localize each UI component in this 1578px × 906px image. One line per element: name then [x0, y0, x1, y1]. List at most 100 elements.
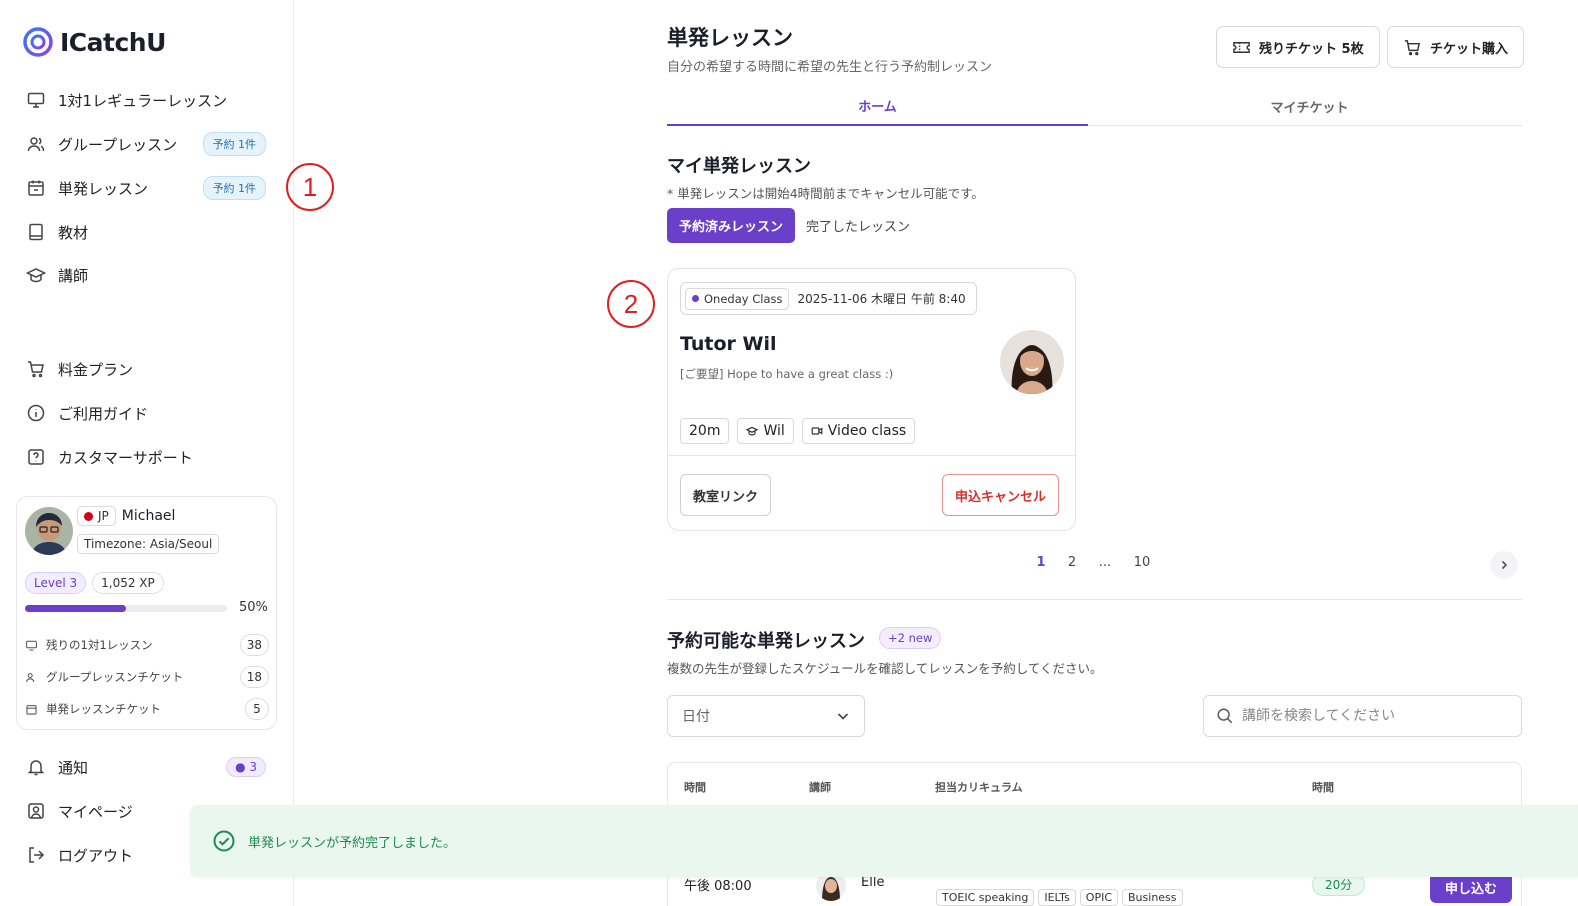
xp-progress-fill [25, 605, 126, 612]
sidebar-item-guide[interactable]: ご利用ガイド [26, 398, 266, 428]
sidebar-item-notifications[interactable]: 通知 ● 3 [26, 752, 266, 782]
lesson-meta: Oneday Class 2025-11-06 木曜日 午前 8:40 [680, 282, 977, 315]
class-type-chip: Oneday Class [685, 287, 790, 310]
next-page-button[interactable] [1490, 551, 1518, 579]
duration-tag: 20m [680, 418, 730, 444]
avatar [25, 507, 73, 555]
tab-home[interactable]: ホーム [667, 86, 1088, 126]
dot-icon [692, 295, 699, 302]
stat-count: 18 [239, 666, 269, 688]
sidebar-item-materials[interactable]: 教材 [26, 217, 266, 247]
lesson-datetime: 2025-11-06 木曜日 午前 8:40 [797, 292, 966, 306]
annotation-marker-2: 2 [607, 280, 655, 328]
col-header-tutor: 講師 [809, 781, 831, 794]
curriculum-tag: IELTs [1038, 889, 1076, 906]
page-ellipsis: ... [1098, 555, 1112, 570]
card-divider [668, 455, 1075, 456]
xp-badge: 1,052 XP [92, 572, 164, 594]
cart-icon [28, 361, 44, 378]
tab-my-tickets[interactable]: マイチケット [1099, 86, 1520, 126]
lesson-tags: 20m Wil Video class [680, 418, 916, 444]
format-tag: Video class [801, 418, 916, 444]
calendar-icon [26, 704, 37, 715]
col-header-curriculum: 担当カリキュラム [935, 781, 1023, 794]
row-tutor-name: Elle [861, 875, 885, 890]
calendar-icon [28, 180, 44, 196]
sidebar-item-label: ご利用ガイド [58, 404, 149, 423]
user-icon [28, 803, 44, 819]
classroom-link-button[interactable]: 教室リンク [680, 474, 772, 516]
chevron-down-icon [837, 713, 849, 720]
xp-progress-bar [25, 605, 227, 612]
users-icon [26, 672, 35, 682]
book-icon [29, 223, 43, 241]
check-circle-icon [213, 830, 235, 852]
help-icon [28, 449, 44, 465]
row-time: 午後 08:00 [684, 879, 752, 894]
row-curriculum-tags: TOEIC speaking IELTs OPIC Business [936, 889, 1183, 906]
tutor-avatar [1000, 330, 1064, 394]
curriculum-tag: TOEIC speaking [936, 889, 1035, 906]
date-select[interactable]: 日付 [667, 695, 865, 737]
sidebar-item-tutors[interactable]: 講師 [26, 260, 266, 290]
tutor-name: Tutor Wil [680, 333, 777, 355]
reservation-badge: 予約 1件 [202, 132, 266, 156]
app-name: ICatchU [60, 27, 166, 57]
logo-icon [23, 27, 53, 57]
bell-icon [27, 760, 45, 776]
remaining-tickets-button[interactable]: 残りチケット 5枚 [1216, 26, 1380, 68]
monitor-icon [26, 640, 37, 651]
timezone-chip: Timezone: Asia/Seoul [77, 534, 220, 554]
sidebar-item-label: 講師 [58, 266, 89, 285]
my-lessons-title: マイ単発レッスン [667, 156, 811, 177]
col-header-time: 時間 [684, 781, 706, 794]
users-icon [27, 137, 45, 152]
success-toast: 単発レッスンが予約完了しました。 [190, 805, 1578, 877]
stat-group-tickets: グループレッスンチケット 18 [25, 665, 269, 689]
sidebar-item-label: 料金プラン [58, 360, 134, 379]
filter-reserved-button[interactable]: 予約済みレッスン [667, 208, 796, 243]
sidebar-item-label: グループレッスン [58, 135, 178, 154]
level-badge: Level 3 [25, 572, 87, 594]
stat-single-tickets: 単発レッスンチケット 5 [25, 697, 269, 721]
xp-progress-label: 50% [239, 600, 268, 615]
sidebar-item-label: 単発レッスン [58, 179, 149, 198]
app-logo[interactable]: ICatchU [22, 26, 166, 58]
lesson-card: Oneday Class 2025-11-06 木曜日 午前 8:40 Tuto… [667, 268, 1076, 531]
page-2[interactable]: 2 [1062, 555, 1082, 570]
curriculum-tag: Business [1122, 889, 1183, 906]
search-input[interactable] [1242, 708, 1502, 724]
available-lessons-title: 予約可能な単発レッスン [667, 631, 865, 652]
sidebar-item-single-lesson[interactable]: 単発レッスン 予約 1件 [26, 173, 266, 203]
graduation-cap-icon [746, 426, 759, 436]
cancel-policy-note: * 単発レッスンは開始4時間前までキャンセル可能です。 [667, 186, 984, 201]
curriculum-tag: OPIC [1079, 889, 1119, 906]
tab-bar: ホーム マイチケット [667, 86, 1522, 126]
profile-name: Michael [121, 508, 176, 524]
sidebar-item-group-lesson[interactable]: グループレッスン 予約 1件 [26, 129, 266, 159]
lesson-request: [ご要望] Hope to have a great class :) [680, 367, 894, 381]
filter-completed-button[interactable]: 完了したレッスン [806, 208, 910, 243]
tutor-search[interactable] [1203, 695, 1522, 737]
sidebar-item-label: カスタマーサポート [58, 448, 193, 467]
reservation-badge: 予約 1件 [202, 176, 266, 200]
cart-icon [1404, 39, 1421, 55]
sidebar-item-regular-lesson[interactable]: 1対1レギュラーレッスン [26, 85, 266, 115]
profile-card[interactable]: JP Michael Timezone: Asia/Seoul Level 3 … [16, 496, 277, 730]
page-subtitle: 自分の希望する時間に希望の先生と行う予約制レッスン [667, 60, 993, 75]
section-divider [667, 599, 1522, 600]
page-10[interactable]: 10 [1132, 555, 1152, 570]
cancel-booking-button[interactable]: 申込キャンセル [942, 474, 1060, 516]
notification-count-badge: ● 3 [226, 757, 266, 777]
sidebar-item-label: 1対1レギュラーレッスン [58, 91, 228, 110]
info-icon [27, 404, 45, 422]
sidebar-item-support[interactable]: カスタマーサポート [26, 442, 266, 472]
search-icon [1217, 708, 1233, 724]
sidebar-item-pricing[interactable]: 料金プラン [26, 354, 266, 384]
buy-ticket-button[interactable]: チケット購入 [1387, 26, 1525, 68]
page-1[interactable]: 1 [1031, 555, 1051, 570]
sidebar-item-label: 通知 [58, 758, 89, 777]
stat-count: 38 [239, 634, 269, 656]
country-chip: JP [77, 506, 116, 526]
stat-regular-remaining: 残りの1対1レッスン 38 [25, 633, 269, 657]
